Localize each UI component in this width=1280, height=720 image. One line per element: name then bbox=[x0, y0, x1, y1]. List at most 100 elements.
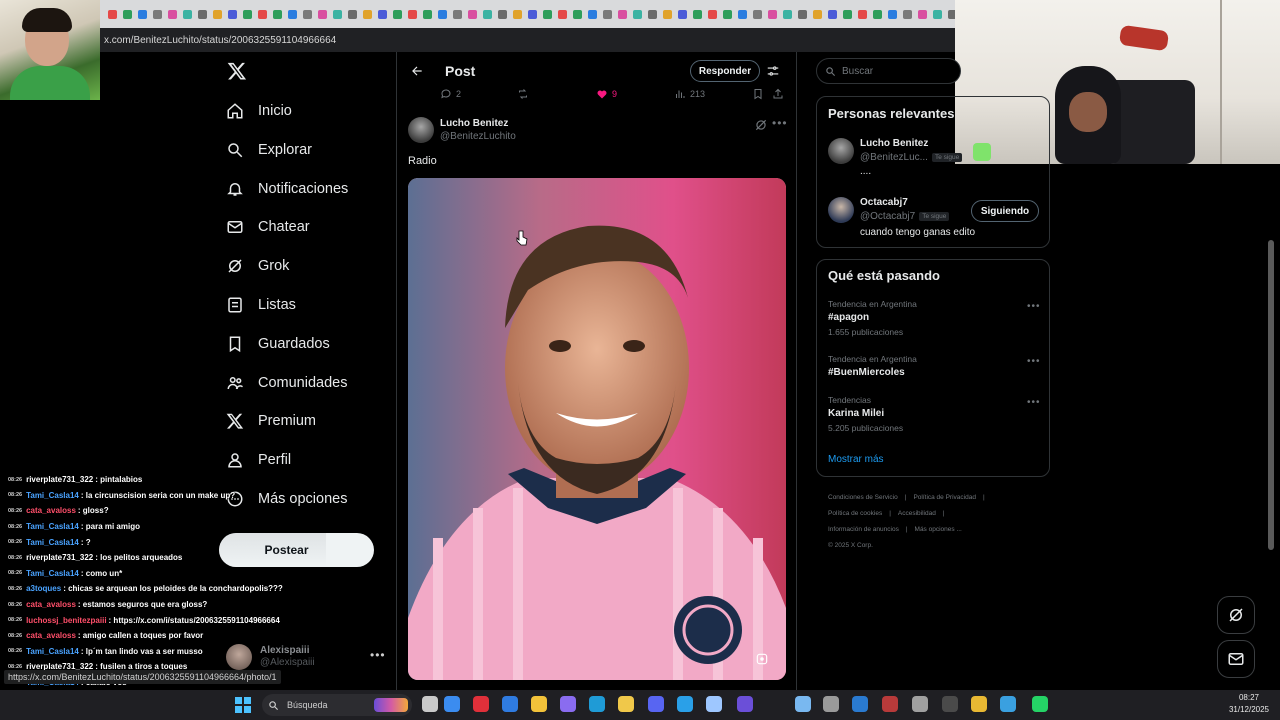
person-name[interactable]: Lucho Benitez bbox=[860, 138, 928, 149]
trend-name[interactable]: #BuenMiercoles bbox=[828, 367, 905, 378]
url-text[interactable]: x.com/BenitezLuchito/status/200632559110… bbox=[104, 35, 336, 46]
footer-link[interactable]: Política de Privacidad bbox=[913, 494, 976, 501]
bookmark-favicon-icon[interactable] bbox=[888, 9, 897, 19]
app-icon[interactable] bbox=[737, 696, 753, 712]
messages-button[interactable] bbox=[1217, 640, 1255, 678]
whatsapp-icon[interactable] bbox=[1032, 696, 1048, 712]
winrar-icon[interactable] bbox=[882, 696, 898, 712]
footer-link[interactable]: Más opciones ... bbox=[915, 526, 962, 533]
bookmark-favicon-icon[interactable] bbox=[483, 9, 492, 19]
cloud-icon[interactable] bbox=[706, 696, 722, 712]
show-more-link[interactable]: Mostrar más bbox=[828, 454, 884, 465]
pen-icon[interactable] bbox=[560, 696, 576, 712]
bookmark-favicon-icon[interactable] bbox=[783, 9, 792, 19]
bookmark-favicon-icon[interactable] bbox=[678, 9, 687, 19]
reply-action[interactable]: 2 bbox=[440, 88, 461, 100]
bookmark-favicon-icon[interactable] bbox=[198, 9, 207, 19]
bookmark-favicon-icon[interactable] bbox=[858, 9, 867, 19]
bookmark-favicon-icon[interactable] bbox=[168, 9, 177, 19]
bookmark-favicon-icon[interactable] bbox=[948, 9, 955, 19]
footer-link[interactable]: Accesibilidad bbox=[898, 510, 936, 517]
bookmark-favicon-icon[interactable] bbox=[303, 9, 312, 19]
bookmark-favicon-icon[interactable] bbox=[798, 9, 807, 19]
bookmark-favicon-icon[interactable] bbox=[693, 9, 702, 19]
nav-item-listas[interactable]: Listas bbox=[226, 290, 296, 320]
vpn-icon[interactable] bbox=[618, 696, 634, 712]
file-explorer-icon[interactable] bbox=[531, 696, 547, 712]
bookmark-favicon-icon[interactable] bbox=[288, 9, 297, 19]
author-name[interactable]: Lucho Benitez bbox=[440, 118, 508, 129]
bookmark-favicon-icon[interactable] bbox=[423, 9, 432, 19]
bookmark-favicon-icon[interactable] bbox=[528, 9, 537, 19]
bookmark-favicon-icon[interactable] bbox=[393, 9, 402, 19]
bookmark-favicon-icon[interactable] bbox=[273, 9, 282, 19]
bookmark-favicon-icon[interactable] bbox=[903, 9, 912, 19]
search-input[interactable]: Buscar bbox=[816, 58, 961, 84]
taskbar-search[interactable]: Búsqueda bbox=[262, 694, 412, 716]
notepad-icon[interactable] bbox=[795, 696, 811, 712]
chrome-icon[interactable] bbox=[971, 696, 987, 712]
bookmark-favicon-icon[interactable] bbox=[348, 9, 357, 19]
more-icon[interactable]: ••• bbox=[1027, 356, 1041, 367]
bookmark-favicon-icon[interactable] bbox=[333, 9, 342, 19]
bookmark-favicon-icon[interactable] bbox=[153, 9, 162, 19]
bookmark-favicon-icon[interactable] bbox=[498, 9, 507, 19]
bookmark-favicon-icon[interactable] bbox=[108, 9, 117, 19]
back-arrow-icon[interactable] bbox=[410, 64, 424, 78]
bookmark-favicon-icon[interactable] bbox=[513, 9, 522, 19]
bookmark-favicon-icon[interactable] bbox=[573, 9, 582, 19]
nav-item-inicio[interactable]: Inicio bbox=[226, 96, 292, 126]
scrollbar[interactable] bbox=[1268, 240, 1274, 550]
footer-link[interactable]: Condiciones de Servicio bbox=[828, 494, 898, 501]
image-edit-icon[interactable] bbox=[755, 652, 769, 666]
xbox-icon[interactable] bbox=[823, 696, 839, 712]
bookmark-favicon-icon[interactable] bbox=[318, 9, 327, 19]
address-bar[interactable]: x.com/BenitezLuchito/status/200632559110… bbox=[100, 28, 955, 52]
bookmark-favicon-icon[interactable] bbox=[228, 9, 237, 19]
copilot-icon[interactable] bbox=[444, 696, 460, 712]
bookmark-favicon-icon[interactable] bbox=[768, 9, 777, 19]
bookmark-favicon-icon[interactable] bbox=[633, 9, 642, 19]
more-icon[interactable]: ••• bbox=[370, 648, 386, 662]
bookmark-favicon-icon[interactable] bbox=[363, 9, 372, 19]
settings-icon[interactable] bbox=[912, 696, 928, 712]
trend-name[interactable]: #apagon bbox=[828, 312, 869, 323]
author-handle[interactable]: @BenitezLuchito bbox=[440, 131, 516, 142]
author-avatar[interactable] bbox=[408, 117, 434, 143]
bookmark-favicon-icon[interactable] bbox=[933, 9, 942, 19]
grok-button[interactable] bbox=[1217, 596, 1255, 634]
nav-item-chatear[interactable]: Chatear bbox=[226, 212, 310, 242]
bookmark-favicon-icon[interactable] bbox=[123, 9, 132, 19]
avatar[interactable] bbox=[828, 197, 854, 223]
bookmark-favicon-icon[interactable] bbox=[618, 9, 627, 19]
more-icon[interactable]: ••• bbox=[1027, 301, 1041, 312]
bookmark-favicon-icon[interactable] bbox=[738, 9, 747, 19]
bookmark-favicon-icon[interactable] bbox=[708, 9, 717, 19]
nav-item-guardados[interactable]: Guardados bbox=[226, 329, 330, 359]
bookmark-favicon-icon[interactable] bbox=[438, 9, 447, 19]
vscode-icon[interactable] bbox=[677, 696, 693, 712]
system-clock[interactable]: 08:27 31/12/2025 bbox=[1220, 692, 1278, 716]
like-action[interactable]: 9 bbox=[596, 88, 617, 100]
avatar[interactable] bbox=[828, 138, 854, 164]
bookmark-favicon-icon[interactable] bbox=[873, 9, 882, 19]
person-name[interactable]: Octacabj7 bbox=[860, 197, 908, 208]
footer-link[interactable]: Información de anuncios bbox=[828, 526, 899, 533]
bookmark-favicon-icon[interactable] bbox=[813, 9, 822, 19]
nav-item-explorar[interactable]: Explorar bbox=[226, 135, 312, 165]
nav-item-comunidades[interactable]: Comunidades bbox=[226, 368, 347, 398]
bookmark-favicon-icon[interactable] bbox=[843, 9, 852, 19]
nav-item-perfil[interactable]: Perfil bbox=[226, 445, 291, 475]
discord-icon[interactable] bbox=[648, 696, 664, 712]
bookmark-favicon-icon[interactable] bbox=[258, 9, 267, 19]
bookmark-favicon-icon[interactable] bbox=[753, 9, 762, 19]
bookmark-favicon-icon[interactable] bbox=[453, 9, 462, 19]
bookmark-favicon-icon[interactable] bbox=[243, 9, 252, 19]
following-button[interactable]: Siguiendo bbox=[971, 200, 1039, 222]
grok-icon[interactable] bbox=[754, 118, 768, 132]
x-logo-icon[interactable] bbox=[227, 60, 247, 82]
bookmark-favicon-icon[interactable] bbox=[648, 9, 657, 19]
bookmark-favicon-icon[interactable] bbox=[828, 9, 837, 19]
views-action[interactable]: 213 bbox=[674, 88, 705, 100]
edge-icon[interactable] bbox=[589, 696, 605, 712]
